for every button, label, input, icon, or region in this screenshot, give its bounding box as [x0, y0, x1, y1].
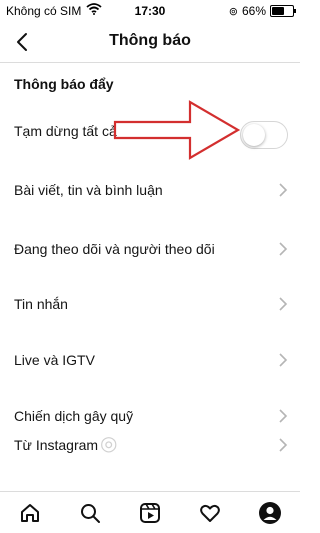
battery-percent: 66%: [241, 4, 266, 18]
top-bar: Thông báo: [0, 22, 300, 62]
chevron-right-icon: [279, 353, 288, 367]
menu-item-posts-stories-comments[interactable]: Bài viết, tin và bình luận: [0, 169, 300, 213]
page-title: Thông báo: [109, 32, 191, 49]
menu-item-label: Từ Instagram: [14, 437, 99, 453]
status-bar: Không có SIM 17:30 ⊚ 66%: [0, 0, 300, 22]
heart-icon: [200, 504, 220, 522]
reels-icon: [140, 502, 160, 523]
menu-item-messages[interactable]: Tin nhắn: [0, 283, 300, 327]
nav-home-button[interactable]: [15, 498, 45, 528]
pause-all-label: Tạm dừng tất cả: [14, 123, 117, 139]
section-title: Thông báo đẩy: [14, 76, 114, 92]
chevron-right-icon: [279, 242, 288, 256]
pause-all-row[interactable]: Tạm dừng tất cả: [0, 110, 300, 154]
menu-item-label: Đang theo dõi và người theo dõi: [14, 241, 215, 257]
chevron-right-icon: [279, 183, 288, 197]
menu-item-live-igtv[interactable]: Live và IGTV: [0, 339, 300, 383]
chevron-right-icon: [279, 297, 288, 311]
nav-activity-button[interactable]: [195, 498, 225, 528]
menu-item-label: Tin nhắn: [14, 296, 68, 312]
profile-icon: [259, 501, 281, 524]
search-icon: [81, 503, 100, 523]
menu-item-from-instagram[interactable]: Từ Instagram: [0, 422, 300, 466]
nav-reels-button[interactable]: [135, 498, 165, 528]
chevron-right-icon: [279, 438, 288, 452]
menu-item-label: Live và IGTV: [14, 352, 95, 368]
home-icon: [21, 503, 39, 522]
bottom-nav: [0, 492, 300, 533]
rotation-lock-icon: ⊚: [228, 5, 238, 18]
battery-icon: [270, 5, 296, 17]
nav-search-button[interactable]: [75, 498, 105, 528]
header-divider: [0, 62, 300, 63]
menu-item-label: Bài viết, tin và bình luận: [14, 182, 163, 198]
nav-profile-button[interactable]: [255, 498, 285, 528]
menu-item-following-followers[interactable]: Đang theo dõi và người theo dõi: [0, 228, 300, 272]
toggle-knob: [243, 124, 265, 146]
watermark-logo: ◎: [100, 433, 118, 455]
pause-all-toggle[interactable]: [240, 121, 288, 149]
